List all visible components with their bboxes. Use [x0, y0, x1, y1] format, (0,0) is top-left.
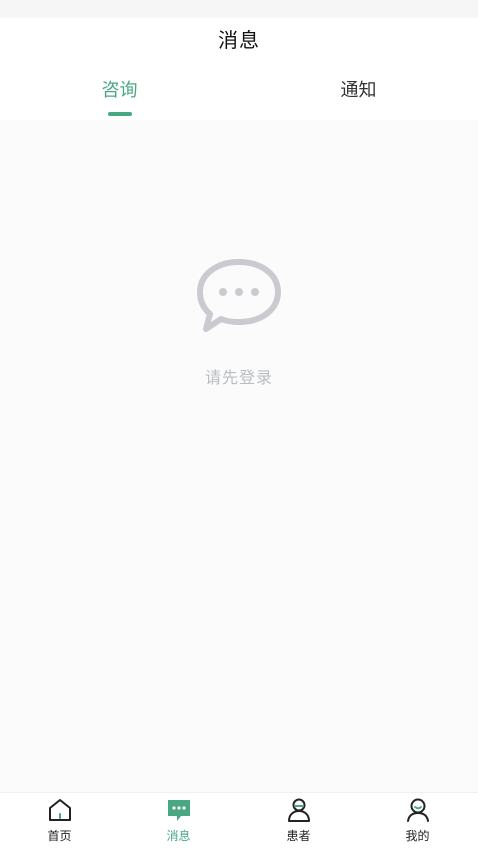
chat-dot-1: [219, 288, 227, 296]
chat-bubble-icon: [197, 259, 281, 332]
chat-dot-2: [235, 288, 243, 296]
tab-bar: 咨询 通知: [0, 58, 478, 120]
home-icon: [49, 799, 71, 821]
tab-consult[interactable]: 咨询: [0, 58, 239, 120]
nav-item-profile[interactable]: 我的: [358, 793, 477, 851]
tab-active-indicator: [108, 112, 132, 116]
chat-dot-3: [251, 288, 259, 296]
message-content: 请先登录: [0, 120, 478, 792]
nav-bar: 消息: [0, 18, 478, 58]
profile-icon: [407, 798, 429, 822]
nav-label-patient: 患者: [286, 829, 311, 843]
nav-label-home: 首页: [47, 829, 72, 843]
tab-notice[interactable]: 通知: [239, 58, 478, 120]
nav-item-home[interactable]: 首页: [0, 793, 119, 851]
patient-icon: [288, 798, 310, 822]
bottom-navigation: 首页 消息 患者 我的: [0, 792, 478, 850]
nav-label-message: 消息: [166, 829, 191, 843]
page-title: 消息: [218, 27, 260, 52]
status-bar: [0, 0, 478, 18]
nav-label-profile: 我的: [405, 829, 430, 843]
nav-item-message[interactable]: 消息: [119, 793, 238, 851]
message-icon: [168, 800, 190, 821]
login-prompt-text[interactable]: 请先登录: [0, 364, 478, 388]
nav-item-patient[interactable]: 患者: [239, 793, 358, 851]
